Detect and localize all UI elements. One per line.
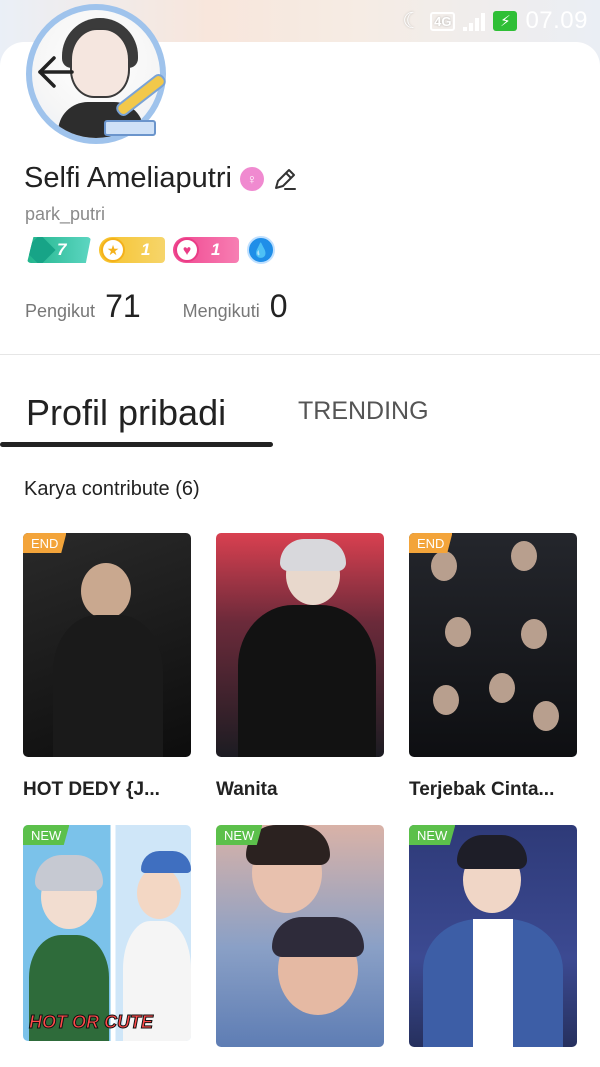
following-label[interactable]: Mengikuti <box>183 301 260 322</box>
moon-icon: ☾ <box>402 8 423 33</box>
star-value: 1 <box>141 240 151 259</box>
followers-label[interactable]: Pengikut <box>25 301 95 322</box>
work-cover-image <box>216 533 384 757</box>
work-card[interactable]: NEW HOT OR CUTE <box>23 825 191 1041</box>
battery-icon: ⚡ <box>493 11 518 31</box>
work-cover-image: NEW <box>409 825 577 1047</box>
star-badge[interactable]: ★ 1 <box>99 237 165 263</box>
tab-profil-pribadi[interactable]: Profil pribadi <box>26 392 226 434</box>
heart-badge[interactable]: ♥ 1 <box>173 237 239 263</box>
level-value: 7 <box>57 240 67 259</box>
profile-name: Selfi Ameliaputri <box>24 162 232 194</box>
heart-value: 1 <box>211 240 221 259</box>
profile-username: park_putri <box>25 204 106 224</box>
tab-trending[interactable]: TRENDING <box>298 397 429 426</box>
divider <box>0 354 600 355</box>
following-count[interactable]: 0 <box>270 288 288 325</box>
work-card[interactable]: Wanita <box>216 533 384 801</box>
work-title: HOT DEDY {J... <box>23 779 160 800</box>
work-card[interactable]: END Terjebak Cinta... <box>409 533 577 801</box>
badge-row: 7 ★ 1 ♥ 1 💧 <box>27 236 275 264</box>
female-icon: ♀ <box>239 166 264 191</box>
back-arrow-icon[interactable] <box>34 50 78 94</box>
status-tag: END <box>409 533 453 553</box>
tab-active-indicator <box>0 442 273 447</box>
level-badge[interactable]: 7 <box>27 237 91 263</box>
cover-caption: HOT OR CUTE <box>29 1012 154 1033</box>
follow-stats: Pengikut 71 Mengikuti 0 <box>25 288 320 325</box>
gem-icon <box>27 237 56 263</box>
avatar-book-decoration <box>104 120 156 136</box>
work-cover-image: NEW <box>216 825 384 1047</box>
work-cover-image: END <box>23 533 191 757</box>
status-bar: ☾ 4G ⚡ 07.09 <box>402 4 588 38</box>
signal-icon <box>463 11 486 31</box>
status-tag: NEW <box>216 825 263 845</box>
status-tag: END <box>23 533 67 553</box>
work-cover-image: END <box>409 533 577 757</box>
followers-count[interactable]: 71 <box>105 288 141 325</box>
work-title: Wanita <box>216 779 278 800</box>
profile-name-row: Selfi Ameliaputri ♀ <box>24 162 298 195</box>
work-card[interactable]: END HOT DEDY {J... <box>23 533 191 801</box>
work-card[interactable]: NEW <box>216 825 384 1047</box>
drop-badge-icon[interactable]: 💧 <box>247 236 275 264</box>
status-tag: NEW <box>409 825 456 845</box>
heart-icon: ♥ <box>175 238 199 262</box>
network-type: 4G <box>430 11 456 31</box>
status-tag: NEW <box>23 825 70 845</box>
clock: 07.09 <box>525 7 588 34</box>
works-section-title: Karya contribute (6) <box>24 478 200 500</box>
edit-icon[interactable] <box>272 166 298 192</box>
work-cover-image: NEW HOT OR CUTE <box>23 825 191 1041</box>
work-title: Terjebak Cinta... <box>409 779 555 800</box>
work-card[interactable]: NEW <box>409 825 577 1047</box>
star-icon: ★ <box>101 238 125 262</box>
